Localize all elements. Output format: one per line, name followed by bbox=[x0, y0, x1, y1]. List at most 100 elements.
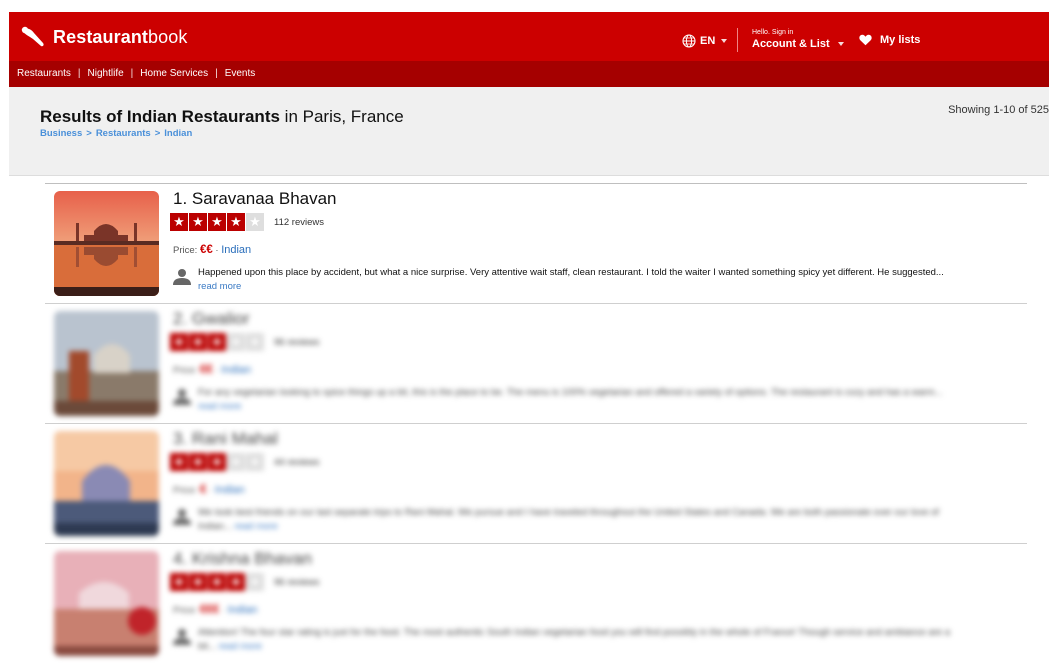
star-icon: ★ bbox=[189, 573, 207, 591]
brand-name: Restaurantbook bbox=[53, 26, 188, 47]
price-level: € bbox=[199, 484, 207, 496]
star-icon: ★ bbox=[170, 453, 188, 471]
breadcrumb-indian[interactable]: Indian bbox=[164, 128, 192, 139]
star-empty-icon: ★ bbox=[246, 333, 264, 351]
chevron-down-icon bbox=[837, 42, 844, 46]
star-icon: ★ bbox=[170, 333, 188, 351]
nav-separator: | bbox=[215, 68, 218, 79]
results-header: Results of Indian Restaurants in Paris, … bbox=[9, 87, 1049, 176]
restaurant-photo[interactable] bbox=[54, 551, 159, 656]
cuisine-link[interactable]: Indian bbox=[215, 484, 245, 496]
heart-icon bbox=[859, 34, 872, 46]
list-item[interactable]: 2. Gwalior ★ ★ ★ ★ ★ 96 reviews Price: €… bbox=[45, 303, 1027, 423]
nav-item-restaurants[interactable]: Restaurants bbox=[17, 68, 71, 79]
brand-logo[interactable]: Restaurantbook bbox=[21, 26, 187, 48]
star-icon: ★ bbox=[227, 213, 245, 231]
breadcrumb-separator: > bbox=[154, 128, 161, 139]
restaurant-name[interactable]: 2. Gwalior bbox=[173, 309, 250, 329]
price-line: Price: € · Indian bbox=[173, 484, 245, 496]
review-count[interactable]: 112 reviews bbox=[274, 217, 324, 228]
chevron-down-icon bbox=[721, 39, 728, 43]
results-list: 1. Saravanaa Bhavan ★ ★ ★ ★ ★ 112 review… bbox=[45, 183, 1027, 663]
read-more-link[interactable]: read more bbox=[219, 641, 262, 652]
category-nav: Restaurants | Nightlife | Home Services | Even… bbox=[9, 61, 1049, 87]
breadcrumb-business[interactable]: Business bbox=[40, 128, 82, 139]
restaurant-name[interactable]: 1. Saravanaa Bhavan bbox=[173, 189, 337, 209]
cuisine-link[interactable]: Indian bbox=[221, 364, 251, 376]
price-level: €€€ bbox=[199, 604, 220, 616]
star-icon: ★ bbox=[227, 573, 245, 591]
header-divider bbox=[737, 28, 738, 52]
star-empty-icon: ★ bbox=[227, 453, 245, 471]
breadcrumb-separator: > bbox=[86, 128, 92, 139]
account-label: Account & List bbox=[752, 38, 830, 50]
restaurant-photo[interactable] bbox=[54, 311, 159, 416]
nav-item-nightlife[interactable]: Nightlife bbox=[88, 68, 124, 79]
price-label: Price: bbox=[173, 605, 198, 616]
star-empty-icon: ★ bbox=[246, 453, 264, 471]
nav-separator: | bbox=[77, 68, 81, 79]
price-level: €€ bbox=[199, 244, 213, 256]
nav-item-events[interactable]: Events bbox=[225, 68, 256, 79]
price-label: Price: bbox=[173, 245, 198, 256]
language-selector[interactable]: EN bbox=[682, 34, 728, 48]
cuisine-link[interactable]: Indian bbox=[228, 604, 258, 616]
read-more-link[interactable]: read more bbox=[234, 521, 277, 532]
review-text: Attention! The four star rating is just … bbox=[198, 627, 950, 652]
restaurant-name[interactable]: 3. Rani Mahal bbox=[173, 429, 278, 449]
restaurant-photo[interactable] bbox=[54, 191, 159, 296]
star-empty-icon: ★ bbox=[246, 213, 264, 231]
price-level: €€ bbox=[199, 364, 213, 376]
review-text: We took best friends on our last separat… bbox=[198, 507, 939, 532]
breadcrumb-restaurants[interactable]: Restaurants bbox=[96, 128, 151, 139]
review-count[interactable]: 44 reviews bbox=[274, 457, 319, 468]
restaurant-photo[interactable] bbox=[54, 431, 159, 536]
top-header: Restaurantbook EN Hello. Sign in Account… bbox=[9, 12, 1049, 61]
list-item[interactable]: 1. Saravanaa Bhavan ★ ★ ★ ★ ★ 112 review… bbox=[45, 183, 1027, 303]
breadcrumb: Business > Restaurants > Indian bbox=[40, 128, 192, 139]
nav-separator: | bbox=[130, 68, 134, 79]
review-count[interactable]: 96 reviews bbox=[274, 577, 319, 588]
user-icon bbox=[173, 509, 191, 525]
review-text: Happened upon this place by accident, bu… bbox=[198, 267, 944, 278]
star-rating: ★ ★ ★ ★ ★ 96 reviews bbox=[170, 573, 319, 591]
user-icon bbox=[173, 389, 191, 405]
user-icon bbox=[173, 269, 191, 285]
restaurant-name[interactable]: 4. Krishna Bhavan bbox=[173, 549, 312, 569]
price-line: Price: €€€ · Indian bbox=[173, 604, 258, 616]
my-lists-label: My lists bbox=[880, 34, 921, 46]
price-label: Price: bbox=[173, 485, 198, 496]
account-and-list[interactable]: Account & List bbox=[752, 37, 844, 51]
my-lists-link[interactable]: My lists bbox=[859, 34, 920, 46]
cuisine-link[interactable]: Indian bbox=[221, 244, 251, 256]
price-line: Price: €€ · Indian bbox=[173, 364, 252, 376]
star-icon: ★ bbox=[208, 213, 226, 231]
list-item[interactable]: 3. Rani Mahal ★ ★ ★ ★ ★ 44 reviews Price… bbox=[45, 423, 1027, 543]
globe-icon bbox=[682, 34, 696, 48]
star-empty-icon: ★ bbox=[227, 333, 245, 351]
list-item[interactable]: 4. Krishna Bhavan ★ ★ ★ ★ ★ 96 reviews P… bbox=[45, 543, 1027, 663]
language-label: EN bbox=[700, 35, 716, 47]
star-icon: ★ bbox=[208, 333, 226, 351]
results-count: Showing 1-10 of 525 bbox=[948, 104, 1049, 116]
read-more-link[interactable]: read more bbox=[198, 281, 241, 292]
star-rating: ★ ★ ★ ★ ★ 112 reviews bbox=[170, 213, 324, 231]
star-empty-icon: ★ bbox=[246, 573, 264, 591]
star-rating: ★ ★ ★ ★ ★ 44 reviews bbox=[170, 453, 319, 471]
star-icon: ★ bbox=[208, 453, 226, 471]
account-menu[interactable]: Hello. Sign in Account & List bbox=[752, 29, 844, 51]
read-more-link[interactable]: read more bbox=[198, 401, 241, 412]
nav-item-home-services[interactable]: Home Services bbox=[140, 68, 208, 79]
sign-in-greeting: Hello. Sign in bbox=[752, 29, 794, 36]
review-snippet: For any vegetarian looking to spice thin… bbox=[172, 386, 952, 414]
price-label: Price: bbox=[173, 365, 198, 376]
star-icon: ★ bbox=[189, 453, 207, 471]
star-icon: ★ bbox=[170, 573, 188, 591]
star-icon: ★ bbox=[208, 573, 226, 591]
star-icon: ★ bbox=[170, 213, 188, 231]
review-text: For any vegetarian looking to spice thin… bbox=[198, 387, 943, 398]
review-count[interactable]: 96 reviews bbox=[274, 337, 319, 348]
review-snippet: We took best friends on our last separat… bbox=[172, 506, 952, 534]
user-icon bbox=[173, 629, 191, 645]
star-icon: ★ bbox=[189, 333, 207, 351]
